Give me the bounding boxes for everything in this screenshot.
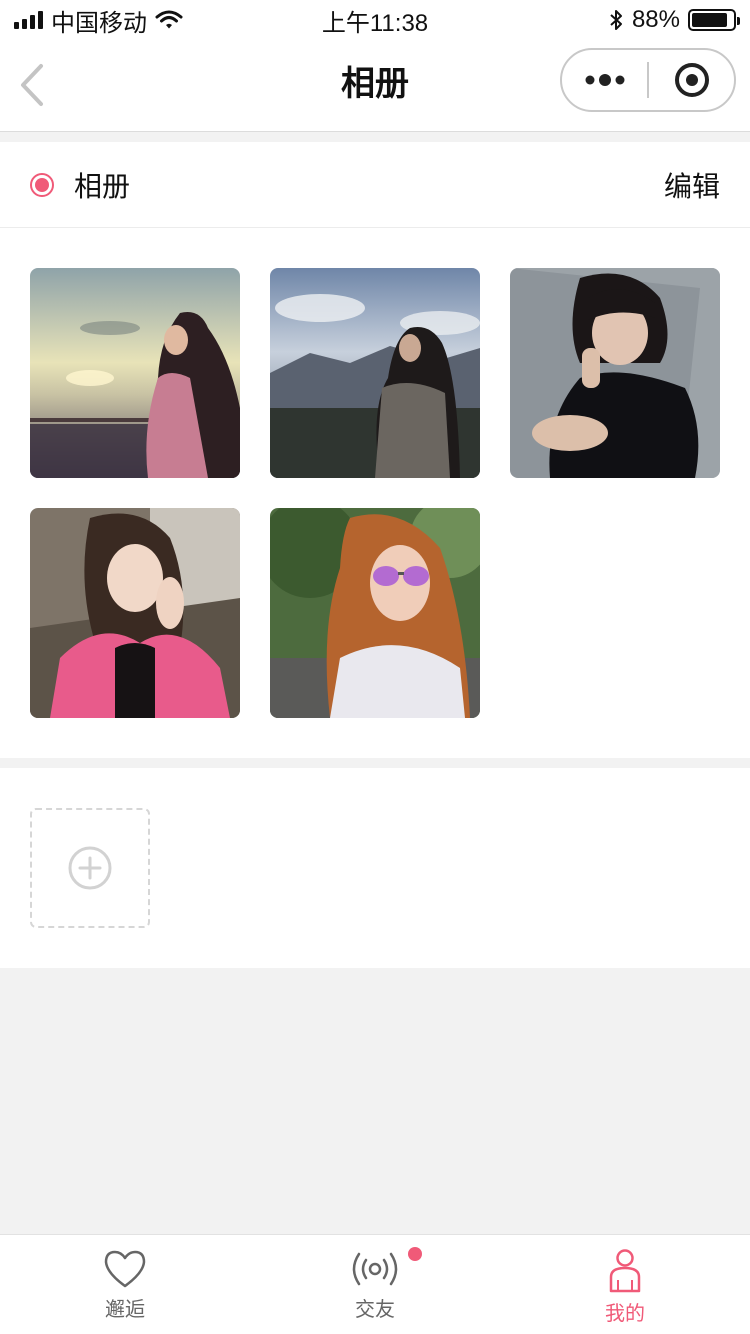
photo-image <box>510 268 720 478</box>
navigation-bar: 相册 <box>0 40 750 132</box>
album-header: 相册 编辑 <box>0 142 750 228</box>
signal-icon <box>14 11 43 29</box>
more-button[interactable] <box>562 50 647 110</box>
tab-label-mine: 我的 <box>605 1303 645 1325</box>
edit-button[interactable]: 编辑 <box>664 165 720 205</box>
album-label: 相册 <box>74 170 131 202</box>
status-bar: 中国移动 上午11:38 88% <box>0 0 750 40</box>
photo-image <box>30 268 240 478</box>
battery-percent: 88% <box>631 6 680 33</box>
status-right: 88% <box>608 6 740 34</box>
notification-badge <box>408 1247 422 1261</box>
photo-girl-sunglasses[interactable] <box>270 508 480 718</box>
back-button[interactable] <box>10 60 54 110</box>
status-left: 中国移动 <box>14 3 183 38</box>
add-photo-section <box>0 768 750 968</box>
tab-friends[interactable]: 交友 <box>250 1235 500 1334</box>
photo-woman-mountain-view[interactable] <box>270 268 480 478</box>
close-miniapp-button[interactable] <box>649 50 734 110</box>
photo-image <box>270 268 480 478</box>
tab-encounter[interactable]: 邂逅 <box>0 1235 250 1334</box>
add-photo-button[interactable] <box>30 808 150 928</box>
photo-image <box>30 508 240 718</box>
tab-label-encounter: 邂逅 <box>105 1299 145 1321</box>
photo-grid <box>0 228 750 758</box>
more-dots-icon <box>585 74 624 86</box>
photo-girl-pink-jacket[interactable] <box>30 508 240 718</box>
target-circle-icon <box>674 63 709 97</box>
carrier-name: 中国移动 <box>51 9 147 37</box>
bluetooth-icon <box>610 10 622 30</box>
user-icon <box>609 1249 641 1293</box>
photo-girl-black-outfit[interactable] <box>510 268 720 478</box>
heart-icon <box>104 1250 146 1288</box>
tab-bar: 邂逅 交友 我的 <box>0 1234 750 1334</box>
album-dot-icon <box>30 172 54 197</box>
battery-fill <box>692 13 728 27</box>
tab-mine[interactable]: 我的 <box>500 1235 750 1334</box>
tab-label-friends: 交友 <box>355 1299 395 1321</box>
plus-circle-icon <box>68 846 112 890</box>
broadcast-icon <box>352 1252 398 1286</box>
wifi-icon <box>155 10 183 29</box>
miniapp-capsule <box>560 48 736 112</box>
photo-woman-sunset-sea[interactable] <box>30 268 240 478</box>
battery-icon <box>688 9 740 31</box>
photo-image <box>270 508 480 718</box>
chevron-left-icon <box>21 64 43 106</box>
